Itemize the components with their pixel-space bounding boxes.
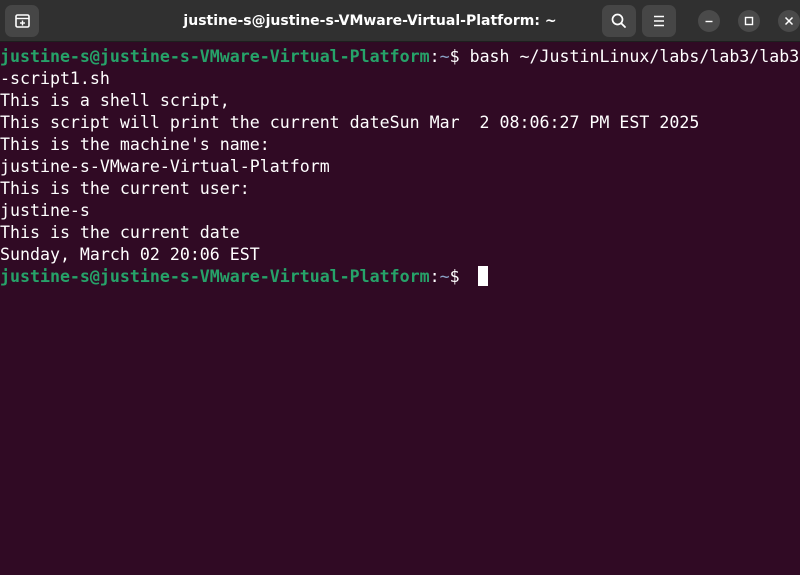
window-title: justine-s@justine-s-VMware-Virtual-Platf… (183, 13, 557, 29)
new-tab-icon (15, 14, 30, 28)
output-line: This is a shell script, (0, 91, 230, 110)
prompt-dollar: $ (449, 267, 470, 286)
minimize-icon (705, 20, 713, 23)
close-icon (784, 16, 794, 26)
prompt-dollar: $ (449, 47, 470, 66)
title-bar: justine-s@justine-s-VMware-Virtual-Platf… (0, 0, 800, 42)
text-cursor (477, 266, 488, 286)
prompt-separator: : (429, 47, 440, 66)
search-button[interactable] (602, 5, 636, 37)
output-line: This script will print the current dateS… (0, 113, 700, 132)
command-prompt-line: justine-s@justine-s-VMware-Virtual-Platf… (0, 46, 799, 68)
new-tab-button[interactable] (5, 5, 39, 37)
terminal-window: justine-s@justine-s-VMware-Virtual-Platf… (0, 0, 800, 575)
terminal-output-area[interactable]: justine-s@justine-s-VMware-Virtual-Platf… (0, 43, 800, 575)
maximize-button[interactable] (738, 10, 760, 32)
prompt-path: ~ (439, 267, 450, 286)
output-line: justine-s-VMware-Virtual-Platform (0, 157, 330, 176)
output-line: This is the machine's name: (0, 135, 270, 154)
output-line: Sunday, March 02 20:06 EST (0, 245, 260, 264)
command-wrap-line: -script1.sh (0, 69, 110, 88)
prompt-user-host: justine-s@justine-s-VMware-Virtual-Platf… (0, 47, 430, 66)
current-prompt-line[interactable]: justine-s@justine-s-VMware-Virtual-Platf… (0, 266, 488, 288)
command-text: bash ~/JustinLinux/labs/lab3/lab3 (469, 47, 800, 66)
close-button[interactable] (778, 10, 800, 32)
prompt-separator: : (429, 267, 440, 286)
minimize-button[interactable] (698, 10, 720, 32)
maximize-icon (744, 16, 754, 26)
prompt-path: ~ (439, 47, 450, 66)
output-line: This is the current user: (0, 179, 250, 198)
prompt-user-host: justine-s@justine-s-VMware-Virtual-Platf… (0, 267, 430, 286)
output-line: justine-s (0, 201, 90, 220)
menu-button[interactable] (642, 5, 676, 37)
output-line: This is the current date (0, 223, 240, 242)
search-icon (611, 13, 626, 28)
hamburger-menu-icon (654, 15, 664, 27)
